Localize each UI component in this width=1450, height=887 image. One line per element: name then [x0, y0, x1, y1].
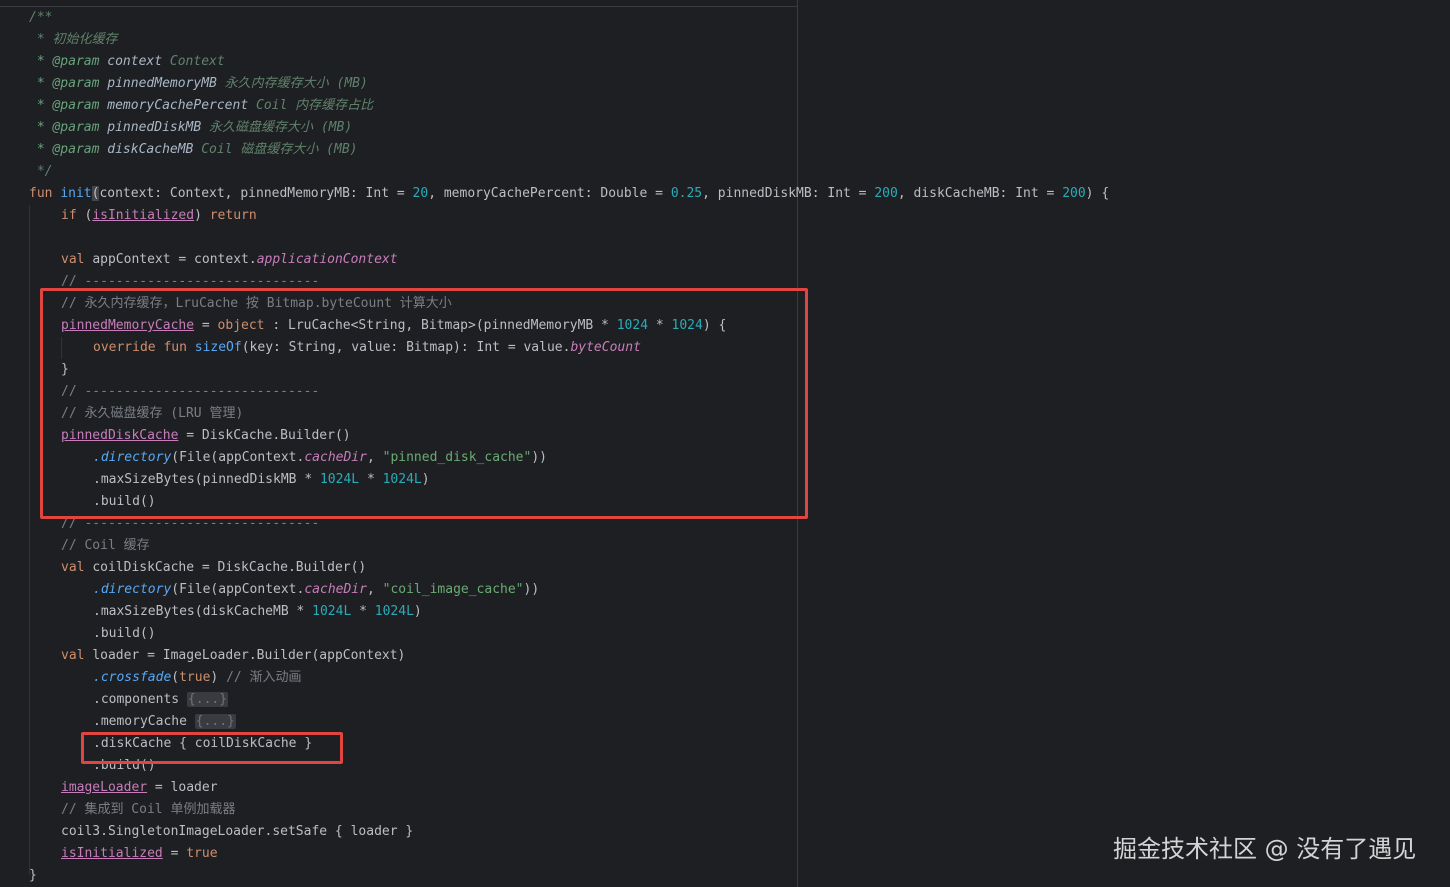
signature-text: , pinnedDiskMB: Int = [702, 186, 875, 201]
doc-param-tag: * @param [29, 142, 100, 157]
highlight-box-pinned-caches [40, 288, 808, 519]
is-initialized-ref[interactable]: isInitialized [61, 846, 163, 861]
doc-param-line: * @param pinnedDiskMB 永久磁盘缓存大小 (MB) [29, 117, 1109, 139]
number-literal: 1024L [374, 604, 414, 619]
number-literal: 1024L [312, 604, 352, 619]
singleton-comment: // 集成到 Coil 单例加载器 [61, 802, 236, 817]
code-line-image-loader[interactable]: imageLoader = loader [29, 777, 1109, 799]
code-line-components[interactable]: .components {...} [29, 689, 1109, 711]
signature-end: ) { [1085, 186, 1110, 201]
is-initialized-ref[interactable]: isInitialized [92, 208, 194, 223]
doc-param-line: * @param pinnedMemoryMB 永久内存缓存大小 (MB) [29, 73, 1109, 95]
doc-description: * 初始化缓存 [29, 32, 118, 47]
folded-region[interactable]: {...} [186, 692, 229, 707]
doc-param-name: pinnedMemoryMB [99, 76, 217, 91]
signature-text: , memoryCachePercent: Double = [428, 186, 671, 201]
code-text: .memoryCache [93, 714, 195, 729]
code-text: coilDiskCache = DiskCache.Builder() [92, 560, 367, 575]
val-keyword: val [61, 648, 93, 663]
code-text: loader = ImageLoader.Builder(appContext) [92, 648, 406, 663]
true-keyword: true [186, 846, 218, 861]
code-line-crossfade[interactable]: .crossfade(true) // 渐入动画 [29, 667, 1109, 689]
paren: ) [413, 604, 422, 619]
crossfade-call[interactable]: .crossfade [93, 670, 171, 685]
highlight-box-disk-cache [81, 732, 343, 764]
property-ref[interactable]: cacheDir [304, 582, 367, 597]
code-text: .maxSizeBytes(diskCacheMB * [93, 604, 313, 619]
doc-param-tag: * @param [29, 54, 100, 69]
code-line-coil-disk[interactable]: val coilDiskCache = DiskCache.Builder() [29, 557, 1109, 579]
number-literal: 200 [874, 186, 898, 201]
inline-comment: // 渐入动画 [218, 670, 302, 685]
close-brace: } [29, 868, 37, 883]
property-ref[interactable]: applicationContext [257, 252, 398, 267]
doc-param-desc: Coil 磁盘缓存大小 (MB) [193, 142, 358, 157]
doc-param-name: memoryCachePercent [99, 98, 249, 113]
fun-keyword: fun [29, 186, 61, 201]
number-literal: 200 [1062, 186, 1086, 201]
doc-param-tag: * @param [29, 98, 100, 113]
watermark: 掘金技术社区 @ 没有了遇见 [1113, 835, 1417, 863]
return-keyword: return [201, 208, 257, 223]
code-line-is-initialized[interactable]: isInitialized = true [29, 843, 1109, 865]
doc-param-name: context [99, 54, 163, 69]
function-signature[interactable]: fun init(context: Context, pinnedMemoryM… [29, 183, 1109, 205]
number-literal: 20 [412, 186, 429, 201]
doc-param-line: * @param diskCacheMB Coil 磁盘缓存大小 (MB) [29, 139, 1109, 161]
image-loader-ref[interactable]: imageLoader [61, 780, 147, 795]
doc-param-desc: Context [162, 54, 225, 69]
doc-param-line: * @param context Context [29, 51, 1109, 73]
directory-call[interactable]: .directory [93, 582, 171, 597]
code-text: appContext = context. [92, 252, 257, 267]
doc-param-tag: * @param [29, 120, 100, 135]
code-line-set-safe[interactable]: coil3.SingletonImageLoader.setSafe { loa… [29, 821, 1109, 843]
operator: * [351, 604, 375, 619]
code-line-maxsize[interactable]: .maxSizeBytes(diskCacheMB * 1024L * 1024… [29, 601, 1109, 623]
code-line-appcontext[interactable]: val appContext = context.applicationCont… [29, 249, 1109, 271]
doc-param-desc: 永久内存缓存大小 (MB) [216, 76, 368, 91]
code-line-if[interactable]: if (isInitialized) return [29, 205, 1109, 227]
doc-param-tag: * @param [29, 76, 100, 91]
code-text: = [162, 846, 187, 861]
code-line-build[interactable]: .build() [29, 623, 1109, 645]
doc-open: /** [29, 10, 53, 25]
code-editor: /** * 初始化缓存 * @param context Context * @… [0, 0, 1450, 887]
folded-region[interactable]: {...} [194, 714, 236, 729]
coil-comment: // Coil 缓存 [61, 538, 150, 553]
doc-close: */ [29, 164, 53, 179]
code-line-memory-cache[interactable]: .memoryCache {...} [29, 711, 1109, 733]
code-text: .components [93, 692, 187, 707]
val-keyword: val [61, 252, 93, 267]
signature-text: , diskCacheMB: Int = [897, 186, 1063, 201]
signature-text: context: Context, pinnedMemoryMB: Int = [99, 186, 413, 201]
code-line-directory[interactable]: .directory(File(appContext.cacheDir, "co… [29, 579, 1109, 601]
val-keyword: val [61, 560, 93, 575]
string-literal: "coil_image_cache" [382, 582, 524, 597]
doc-param-name: pinnedDiskMB [99, 120, 202, 135]
number-literal: 0.25 [670, 186, 703, 201]
doc-param-desc: Coil 内存缓存占比 [248, 98, 374, 113]
if-keyword: if [61, 208, 85, 223]
code-line-loader[interactable]: val loader = ImageLoader.Builder(appCont… [29, 645, 1109, 667]
code-text: (File(appContext. [171, 582, 305, 597]
doc-param-line: * @param memoryCachePercent Coil 内存缓存占比 [29, 95, 1109, 117]
code-text: )) [523, 582, 540, 597]
doc-param-name: diskCacheMB [99, 142, 194, 157]
code-text: , [366, 582, 383, 597]
doc-param-desc: 永久磁盘缓存大小 (MB) [201, 120, 353, 135]
true-keyword: true [179, 670, 211, 685]
paren: ( [171, 670, 180, 685]
code-text: = loader [147, 780, 218, 795]
paren: ) [194, 208, 202, 223]
function-name-init[interactable]: init [60, 186, 91, 201]
